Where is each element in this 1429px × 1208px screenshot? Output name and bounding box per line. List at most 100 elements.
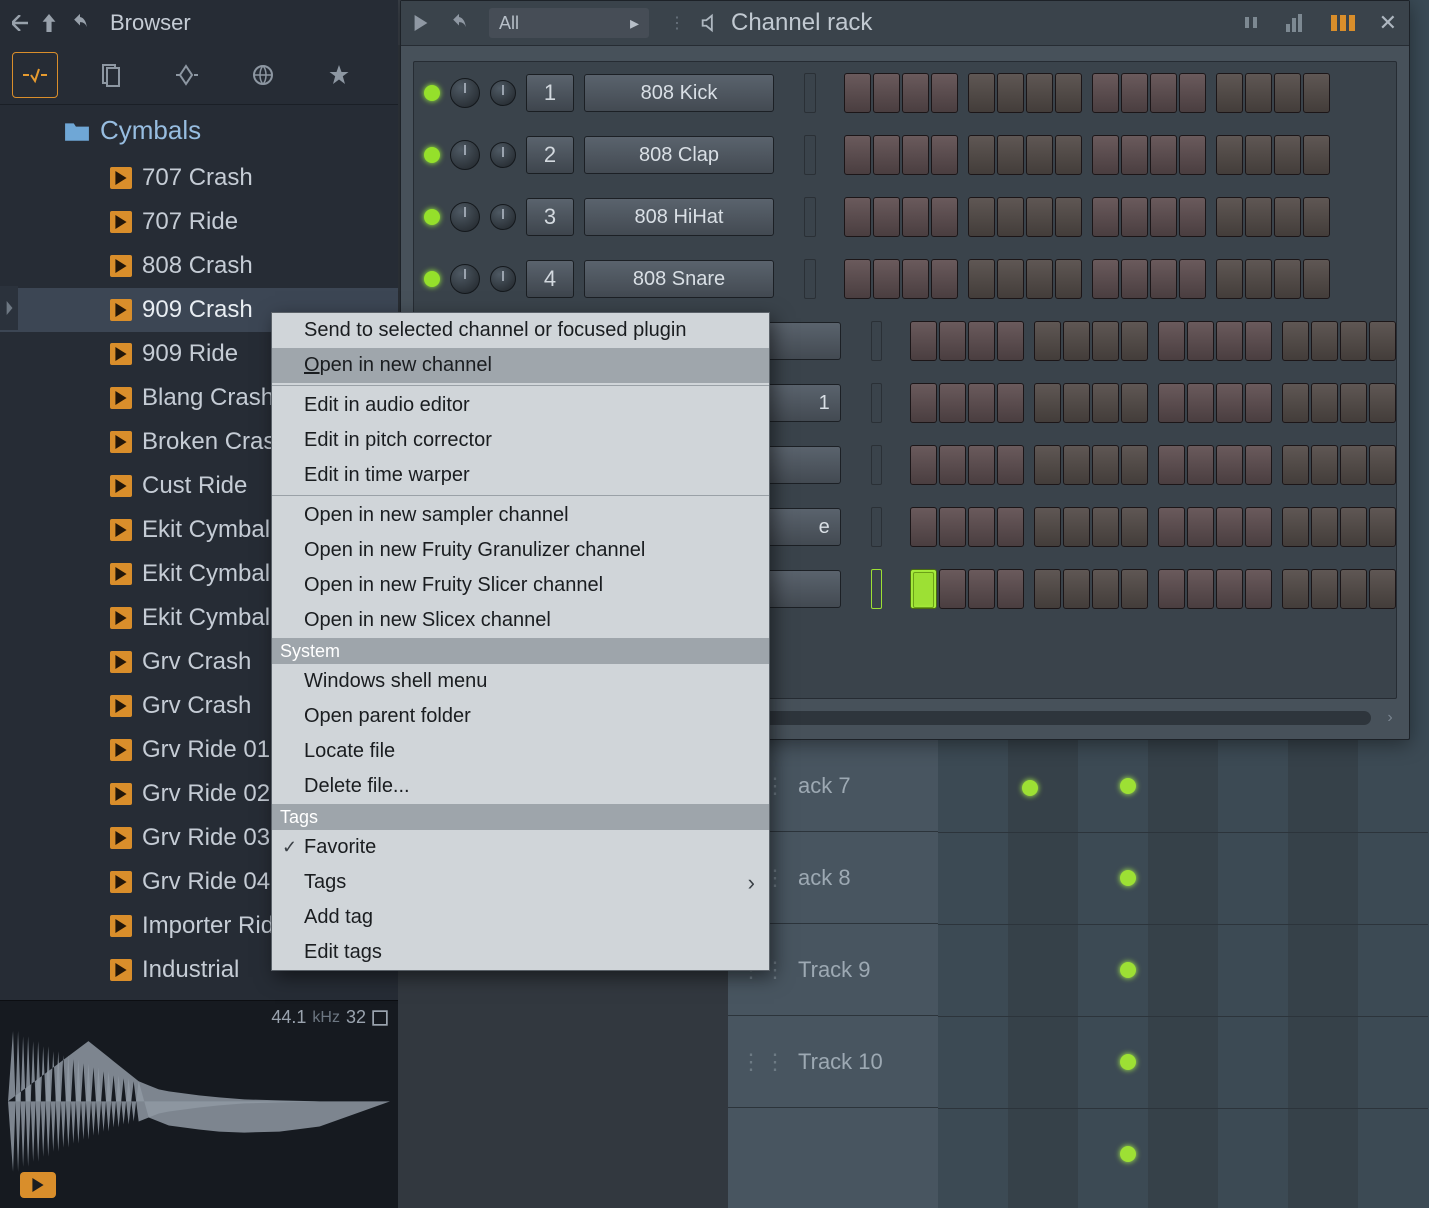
step-button[interactable] <box>1092 135 1119 175</box>
track-mute-led[interactable] <box>1120 1146 1136 1162</box>
step-button[interactable] <box>1026 259 1053 299</box>
step-button[interactable] <box>1187 383 1214 423</box>
step-button[interactable] <box>968 569 995 609</box>
track-mute-led[interactable] <box>1120 778 1136 794</box>
step-button[interactable] <box>1303 73 1330 113</box>
step-button[interactable] <box>1245 135 1272 175</box>
step-button[interactable] <box>1121 73 1148 113</box>
step-button[interactable] <box>968 135 995 175</box>
step-button[interactable] <box>1092 197 1119 237</box>
step-button[interactable] <box>931 135 958 175</box>
cm-send-to-channel[interactable]: Send to selected channel or focused plug… <box>272 313 769 348</box>
cm-edit-tags[interactable]: Edit tags <box>272 935 769 970</box>
undo-icon[interactable] <box>449 13 469 33</box>
step-button[interactable] <box>1158 321 1185 361</box>
step-button[interactable] <box>1121 569 1148 609</box>
step-button[interactable] <box>1092 73 1119 113</box>
step-button[interactable] <box>997 445 1024 485</box>
step-button[interactable] <box>1063 569 1090 609</box>
step-button[interactable] <box>1245 197 1272 237</box>
step-button[interactable] <box>902 73 929 113</box>
step-button[interactable] <box>1121 259 1148 299</box>
step-button[interactable] <box>1311 445 1338 485</box>
pan-knob[interactable] <box>450 202 480 232</box>
step-button[interactable] <box>968 259 995 299</box>
channel-number[interactable]: 4 <box>526 260 574 298</box>
cm-edit-audio-editor[interactable]: Edit in audio editor <box>272 388 769 423</box>
track-header[interactable]: ⋮⋮ Track 10 <box>728 1016 938 1108</box>
cm-favorite[interactable]: Favorite <box>272 830 769 865</box>
step-button[interactable] <box>910 569 937 609</box>
step-button[interactable] <box>1340 383 1367 423</box>
tab-plugins[interactable] <box>164 52 210 98</box>
channel-select-slot[interactable] <box>804 259 816 299</box>
step-button[interactable] <box>997 321 1024 361</box>
options-icon[interactable] <box>1331 15 1355 31</box>
step-button[interactable] <box>1034 321 1061 361</box>
step-button[interactable] <box>1092 383 1119 423</box>
step-button[interactable] <box>1121 197 1148 237</box>
step-button[interactable] <box>968 321 995 361</box>
step-button[interactable] <box>1311 321 1338 361</box>
step-button[interactable] <box>1216 259 1243 299</box>
channel-number[interactable]: 3 <box>526 198 574 236</box>
step-button[interactable] <box>1150 135 1177 175</box>
step-button[interactable] <box>844 259 871 299</box>
step-button[interactable] <box>1158 383 1185 423</box>
step-button[interactable] <box>1340 507 1367 547</box>
channel-number[interactable]: 2 <box>526 136 574 174</box>
step-button[interactable] <box>997 383 1024 423</box>
step-button[interactable] <box>968 445 995 485</box>
step-button[interactable] <box>910 383 937 423</box>
step-button[interactable] <box>939 321 966 361</box>
step-button[interactable] <box>1158 445 1185 485</box>
step-button[interactable] <box>1245 569 1272 609</box>
step-button[interactable] <box>1026 197 1053 237</box>
channel-mute-led[interactable] <box>424 147 440 163</box>
step-button[interactable] <box>1121 445 1148 485</box>
cm-locate-file[interactable]: Locate file <box>272 734 769 769</box>
step-button[interactable] <box>1026 73 1053 113</box>
step-button[interactable] <box>902 259 929 299</box>
cm-edit-time-warper[interactable]: Edit in time warper <box>272 458 769 493</box>
step-button[interactable] <box>1187 569 1214 609</box>
browser-collapse-handle[interactable] <box>0 286 18 330</box>
step-button[interactable] <box>1150 259 1177 299</box>
step-button[interactable] <box>1150 73 1177 113</box>
step-button[interactable] <box>1055 135 1082 175</box>
channel-select-slot[interactable] <box>871 321 882 361</box>
step-button[interactable] <box>1092 445 1119 485</box>
step-button[interactable] <box>1274 197 1301 237</box>
step-button[interactable] <box>1311 507 1338 547</box>
step-button[interactable] <box>1121 321 1148 361</box>
step-button[interactable] <box>1179 259 1206 299</box>
step-button[interactable] <box>1026 135 1053 175</box>
volume-knob[interactable] <box>490 80 516 106</box>
pan-knob[interactable] <box>450 140 480 170</box>
step-button[interactable] <box>1216 135 1243 175</box>
step-button[interactable] <box>873 135 900 175</box>
channel-filter-combo[interactable]: All ▸ <box>489 8 649 38</box>
step-button[interactable] <box>1282 445 1309 485</box>
tab-files[interactable] <box>88 52 134 98</box>
cm-open-slicex[interactable]: Open in new Slicex channel <box>272 603 769 638</box>
step-button[interactable] <box>939 383 966 423</box>
preview-play-button[interactable] <box>20 1172 56 1198</box>
step-button[interactable] <box>1311 569 1338 609</box>
step-button[interactable] <box>1340 445 1367 485</box>
cm-open-sampler[interactable]: Open in new sampler channel <box>272 498 769 533</box>
track-mute-led[interactable] <box>1120 962 1136 978</box>
cm-open-granulizer[interactable]: Open in new Fruity Granulizer channel <box>272 533 769 568</box>
step-button[interactable] <box>1092 569 1119 609</box>
channel-select-slot[interactable] <box>871 507 882 547</box>
step-button[interactable] <box>1369 569 1396 609</box>
step-button[interactable] <box>1063 507 1090 547</box>
cm-edit-pitch-corrector[interactable]: Edit in pitch corrector <box>272 423 769 458</box>
channel-name-button[interactable]: 808 Kick <box>584 74 774 112</box>
refresh-icon[interactable] <box>70 13 90 33</box>
channel-select-slot[interactable] <box>804 135 816 175</box>
step-button[interactable] <box>1369 445 1396 485</box>
step-button[interactable] <box>1121 383 1148 423</box>
step-button[interactable] <box>1158 569 1185 609</box>
channel-mute-led[interactable] <box>424 85 440 101</box>
